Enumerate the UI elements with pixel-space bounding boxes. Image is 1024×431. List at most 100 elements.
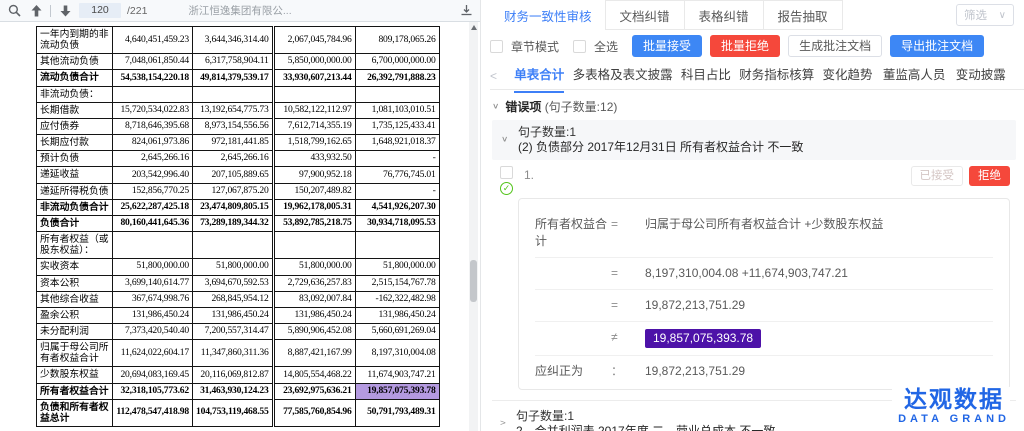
value-cell: 49,814,379,539.17: [193, 70, 274, 86]
document-scrollbar[interactable]: [469, 22, 478, 431]
subtab-0[interactable]: 单表合计: [506, 62, 573, 90]
download-icon[interactable]: [458, 3, 474, 19]
row-label: 递延所得税负债: [37, 183, 113, 199]
accepted-button[interactable]: 已接受: [911, 166, 964, 186]
value-cell: 77,585,760,854.96: [273, 399, 355, 426]
chevron-down-icon: ∨: [501, 135, 508, 144]
logo-text-cn: 达观数据: [898, 387, 1010, 412]
subtab-prev-icon[interactable]: <: [490, 69, 506, 83]
table-row: 所有者权益（或股东权益）：: [37, 232, 440, 259]
page-down-icon[interactable]: [57, 3, 73, 19]
chapter-mode-label: 章节模式: [511, 38, 559, 55]
row-label: 负债和所有者权益总计: [37, 399, 113, 426]
row-label: 递延收益: [37, 167, 113, 183]
generate-annotation-button[interactable]: 生成批注文档: [788, 35, 882, 57]
logo-text-en: DATA GRAND: [898, 412, 1010, 426]
scrollbar-thumb[interactable]: [470, 260, 477, 302]
row-label: 其他综合收益: [37, 291, 113, 307]
reject-button[interactable]: 拒绝: [969, 166, 1010, 186]
subtab-3[interactable]: 财务指标核算: [739, 62, 814, 90]
formula-operator: =: [611, 297, 645, 314]
tab-3[interactable]: 报告抽取: [763, 0, 843, 30]
zoom-icon[interactable]: [6, 3, 22, 19]
table-row: 长期借款15,720,534,022.8313,192,654,775.7310…: [37, 102, 440, 118]
correction-value: 19,872,213,751.29: [645, 363, 993, 380]
tab-1[interactable]: 文档纠错: [605, 0, 685, 30]
datagrand-logo: 达观数据 DATA GRAND: [892, 387, 1010, 426]
value-cell: 4,640,451,459.23: [113, 27, 193, 54]
row-label: 非流动负债：: [37, 86, 113, 102]
page-number-input[interactable]: 120: [79, 3, 121, 18]
value-cell: 3,699,140,614.77: [113, 275, 193, 291]
tab-0[interactable]: 财务一致性审核: [490, 0, 606, 30]
value-cell: 20,116,069,812.87: [193, 367, 274, 383]
collapse-icon[interactable]: ∨: [492, 102, 499, 111]
subtab-4[interactable]: 变化趋势: [814, 62, 881, 90]
table-row: 实收资本51,800,000.0051,800,000.0051,800,000…: [37, 259, 440, 275]
value-cell: 10,582,122,112.97: [273, 102, 355, 118]
page-up-icon[interactable]: [28, 3, 44, 19]
value-cell: 150,207,489.82: [273, 183, 355, 199]
error-group-header[interactable]: ∨ 句子数量:1 (2) 负债部分 2017年12月31日 所有者权益合计 不一…: [492, 120, 1016, 160]
item-checkbox[interactable]: [500, 166, 513, 179]
value-cell: 4,541,926,207.30: [355, 199, 439, 215]
batch-reject-button[interactable]: 批量拒绝: [710, 35, 780, 57]
value-cell: 433,932.50: [273, 151, 355, 167]
item-index: 1.: [524, 168, 534, 182]
value-cell: 13,192,654,775.73: [193, 102, 274, 118]
chapter-mode-checkbox[interactable]: [490, 40, 503, 53]
value-cell: 5,890,906,452.08: [273, 323, 355, 339]
value-cell: 824,061,973.86: [113, 135, 193, 151]
value-cell: 207,105,889.65: [193, 167, 274, 183]
correction-row: 应纠正为 ： 19,872,213,751.29: [535, 355, 993, 387]
table-row: 负债和所有者权益总计112,478,547,418.98104,753,119,…: [37, 399, 440, 426]
value-cell: [113, 232, 193, 259]
formula-label: 所有者权益合计: [535, 216, 611, 250]
value-cell: 51,800,000.00: [355, 259, 439, 275]
subtab-5[interactable]: 董监高人员: [881, 62, 948, 90]
row-label: 一年内到期的非流动负债: [37, 27, 113, 54]
value-cell: 203,542,996.40: [113, 167, 193, 183]
value-cell: 32,318,105,773.62: [113, 383, 193, 399]
filter-dropdown[interactable]: 筛选 ∨: [956, 4, 1014, 26]
tab-2[interactable]: 表格纠错: [684, 0, 764, 30]
value-cell: 152,856,770.25: [113, 183, 193, 199]
table-row: 流动负债合计54,538,154,220.1849,814,379,539.17…: [37, 70, 440, 86]
value-cell: 8,718,646,395.68: [113, 118, 193, 134]
value-cell: 11,347,860,311.36: [193, 340, 274, 367]
export-annotation-button[interactable]: 导出批注文档: [890, 35, 984, 57]
value-cell: 26,392,791,888.23: [355, 70, 439, 86]
correction-separator: ：: [611, 363, 645, 380]
value-cell: 31,463,930,124.23: [193, 383, 274, 399]
table-row: 递延所得税负债152,856,770.25127,067,875.20150,2…: [37, 183, 440, 199]
value-cell: 131,986,450.24: [355, 307, 439, 323]
sub-tabbar: < 单表合计多表格及表文披露科目占比财务指标核算变化趋势董监高人员变动披露: [490, 62, 1024, 90]
action-bar: 章节模式 全选 批量接受 批量拒绝 生成批注文档 导出批注文档: [490, 30, 1024, 62]
value-cell: 2,729,636,257.83: [273, 275, 355, 291]
row-label: 流动负债合计: [37, 70, 113, 86]
value-cell: 50,791,793,489.31: [355, 399, 439, 426]
value-cell: -: [355, 183, 439, 199]
subtab-1[interactable]: 多表格及表文披露: [573, 62, 673, 90]
select-all-checkbox[interactable]: [573, 40, 586, 53]
row-label: 应付债券: [37, 118, 113, 134]
scroll-up-icon[interactable]: [470, 23, 477, 31]
value-cell: 5,850,000,000.00: [273, 54, 355, 70]
value-cell: -162,322,482.98: [355, 291, 439, 307]
error-section-title: 错误项: [505, 100, 541, 114]
select-all-label: 全选: [594, 38, 618, 55]
formula-operator: =: [611, 265, 645, 282]
main-tabbar: 财务一致性审核文档纠错表格纠错报告抽取 筛选 ∨: [490, 0, 1024, 30]
subtab-6[interactable]: 变动披露: [947, 62, 1014, 90]
value-cell: 6,317,758,904.11: [193, 54, 274, 70]
value-cell: 51,800,000.00: [193, 259, 274, 275]
highlighted-cell[interactable]: 19,857,075,393.78: [355, 383, 439, 399]
value-cell: 25,622,287,425.18: [113, 199, 193, 215]
value-cell: 2,515,154,767.78: [355, 275, 439, 291]
batch-accept-button[interactable]: 批量接受: [632, 35, 702, 57]
formula-detail-card: 所有者权益合计=归属于母公司所有者权益合计 +少数股东权益=8,197,310,…: [518, 198, 1010, 390]
value-cell: 14,805,554,468.22: [273, 367, 355, 383]
table-row: 应付债券8,718,646,395.688,973,154,556.567,61…: [37, 118, 440, 134]
row-label: 非流动负债合计: [37, 199, 113, 215]
subtab-2[interactable]: 科目占比: [673, 62, 740, 90]
